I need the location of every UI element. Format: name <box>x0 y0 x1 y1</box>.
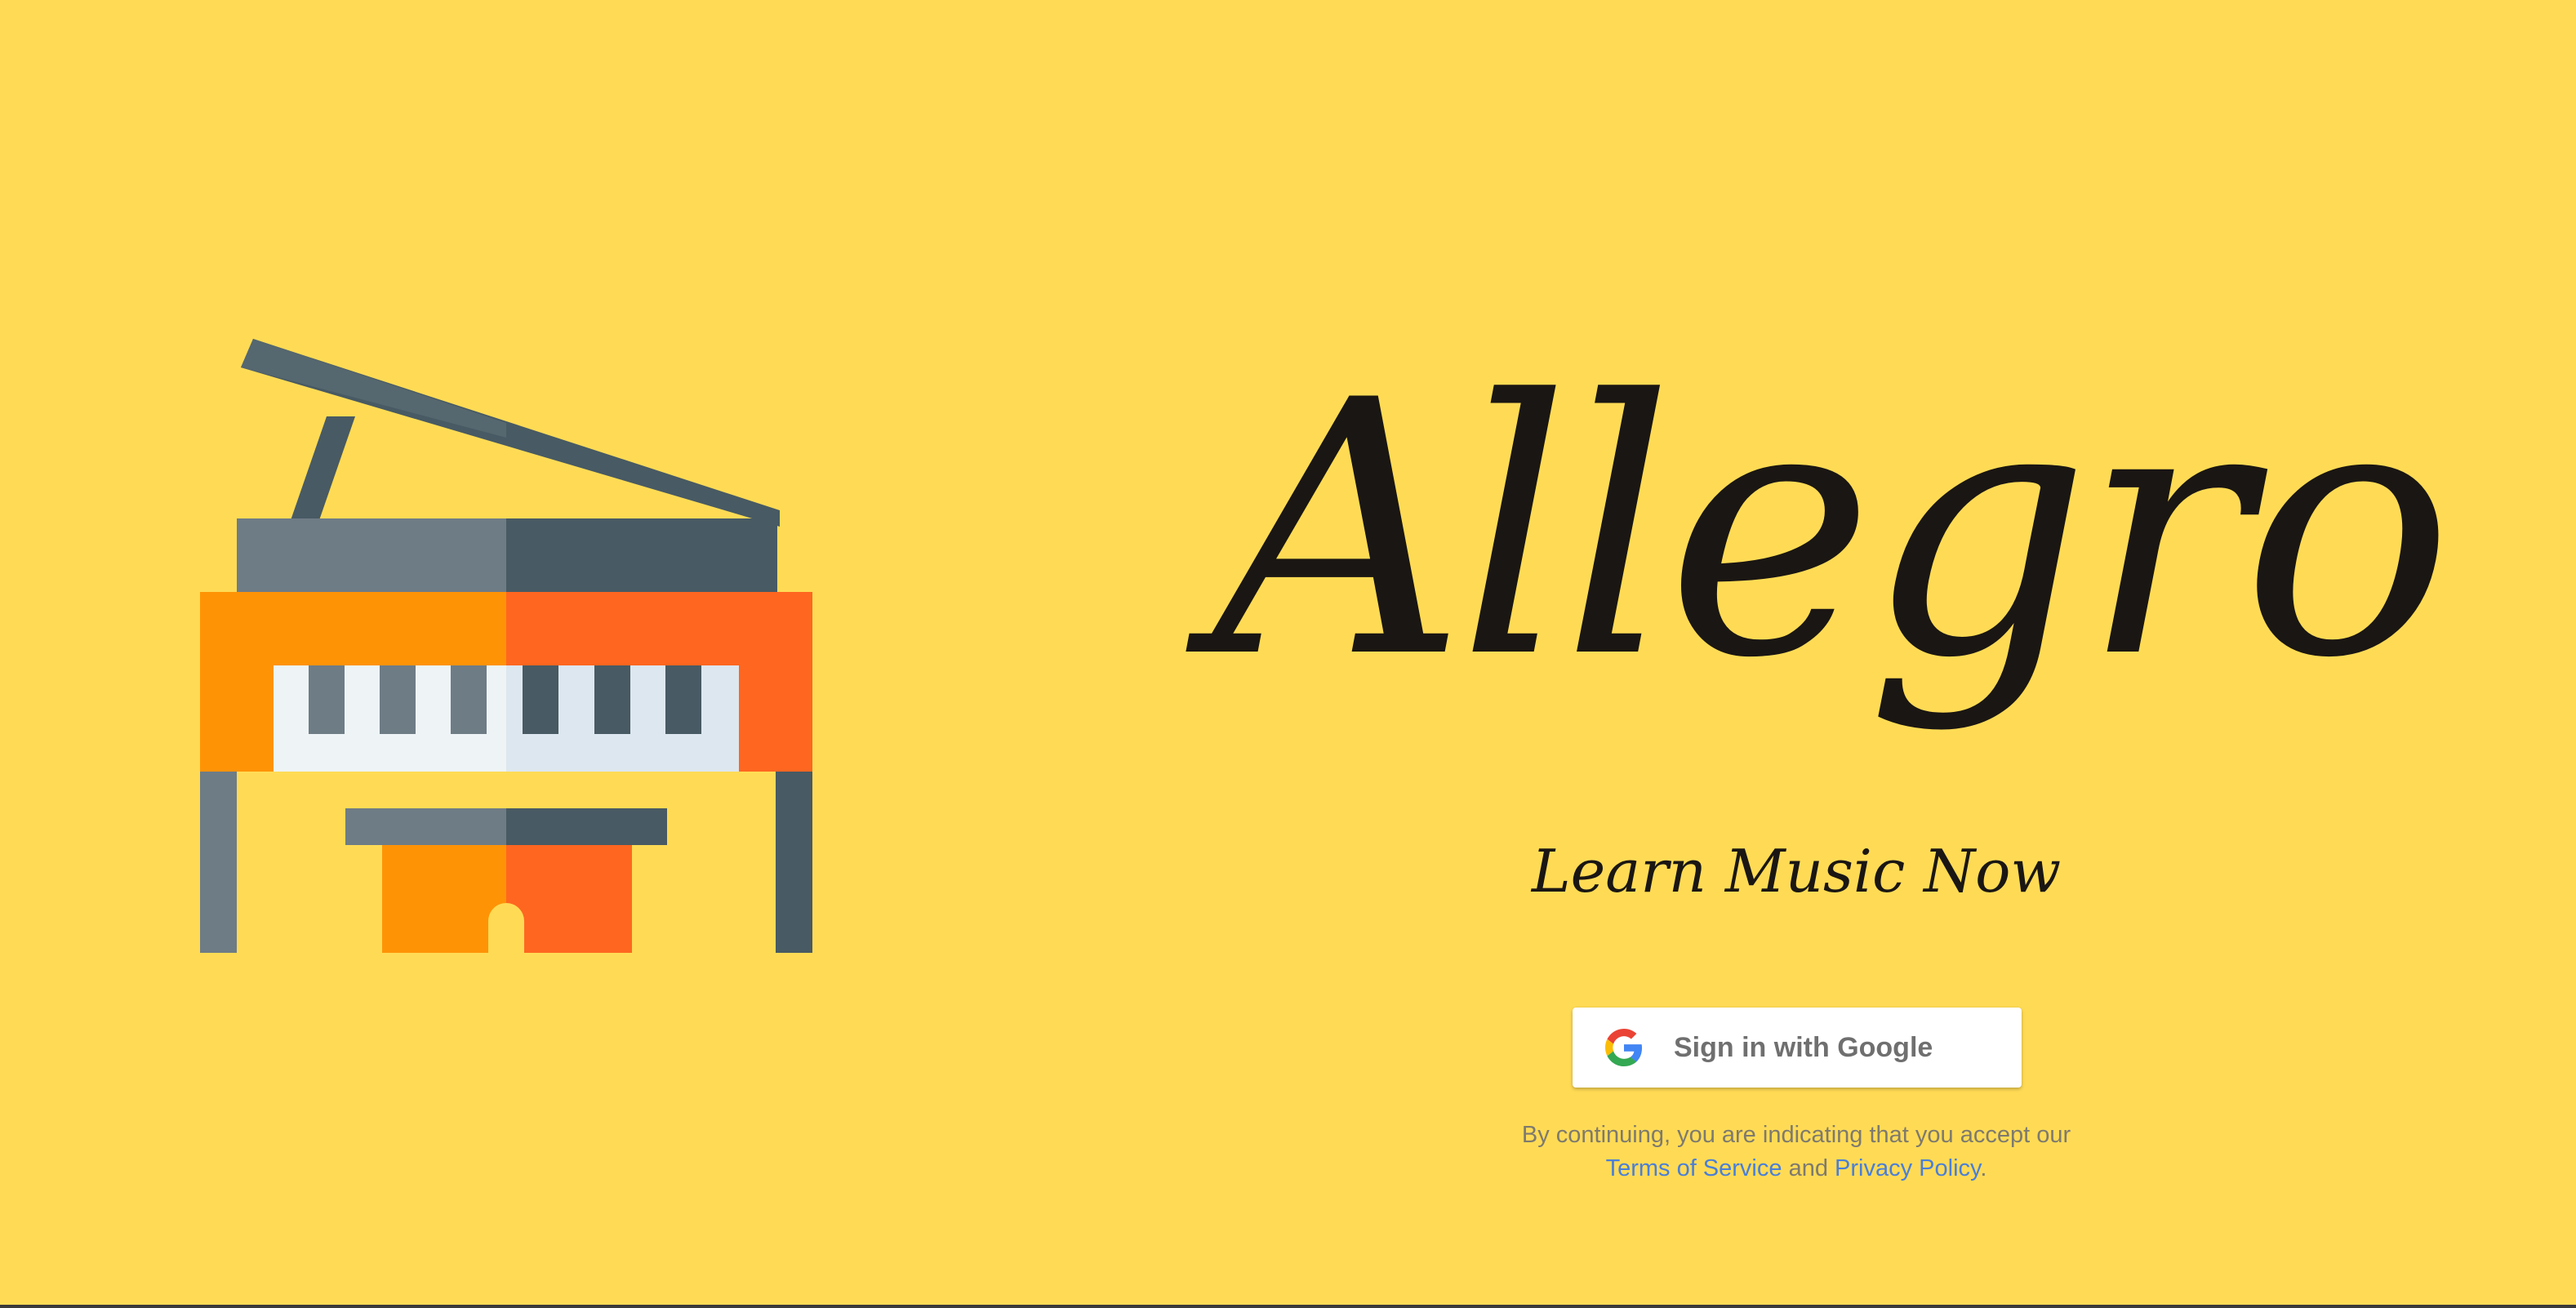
grand-piano-illustration <box>196 335 825 972</box>
google-g-icon <box>1605 1029 1643 1066</box>
signin-label: Sign in with Google <box>1674 1032 1933 1063</box>
legal-conjunction: and <box>1788 1155 1828 1181</box>
grand-piano-icon <box>200 339 812 953</box>
tagline: Learn Music Now <box>1531 837 2062 905</box>
terms-of-service-link[interactable]: Terms of Service <box>1606 1155 1782 1181</box>
legal-suffix: . <box>1980 1155 1987 1181</box>
google-signin-button[interactable]: Sign in with Google <box>1573 1008 2022 1088</box>
legal-prefix: By continuing, you are indicating that y… <box>1521 1122 2071 1148</box>
app-title: Allegro <box>1212 327 2454 735</box>
legal-notice: By continuing, you are indicating that y… <box>1388 1119 2205 1186</box>
privacy-policy-link[interactable]: Privacy Policy <box>1835 1155 1980 1181</box>
bottom-divider <box>0 1305 2576 1308</box>
